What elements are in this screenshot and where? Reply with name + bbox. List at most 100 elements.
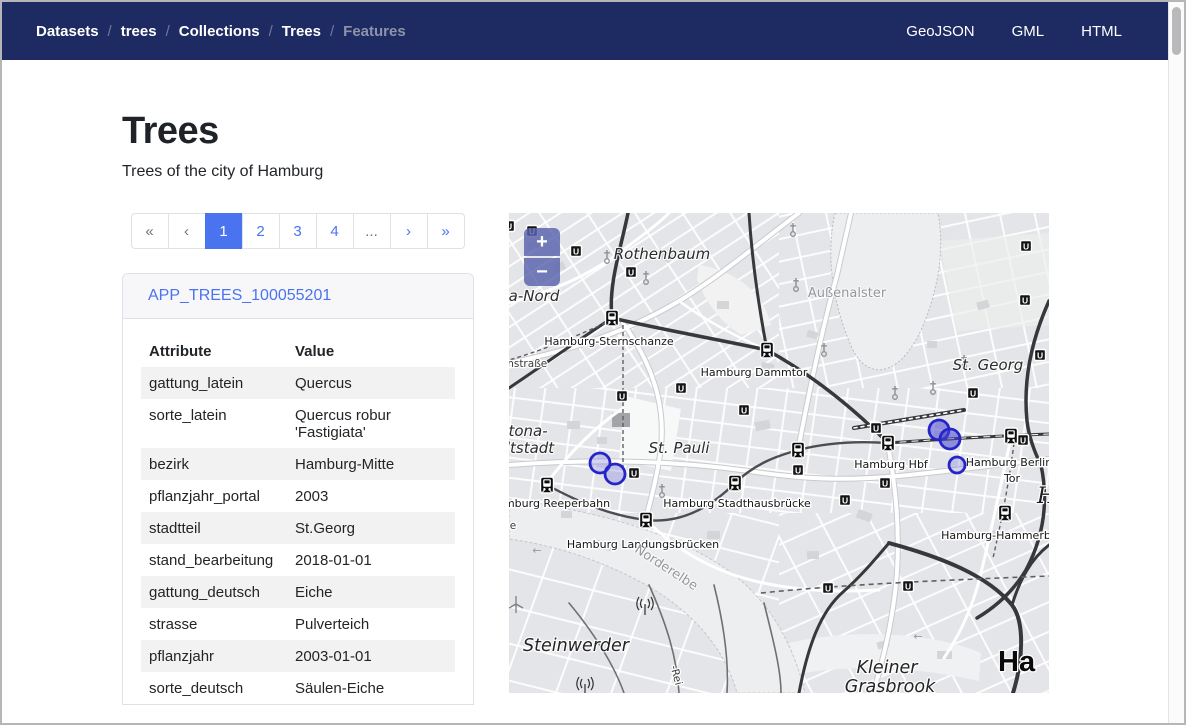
attribute-row: sorte_lateinQuercus robur 'Fastigiata' bbox=[141, 399, 455, 448]
oneway-arrow-icon: ← bbox=[532, 544, 541, 557]
attribute-value: Hamburg-Mitte bbox=[287, 448, 455, 480]
breadcrumb: Datasets/trees/Collections/Trees/Feature… bbox=[36, 23, 406, 40]
map-label: Hamburg Berlin bbox=[966, 456, 1049, 469]
map-label: H bbox=[1036, 484, 1049, 509]
format-link-geojson[interactable]: GeoJSON bbox=[906, 23, 974, 40]
page-next[interactable]: › bbox=[390, 213, 428, 249]
map-label: Tor bbox=[1003, 472, 1021, 485]
train-station-icon bbox=[1005, 428, 1018, 444]
map-label: Hamburg Dammtor bbox=[701, 366, 808, 379]
ubahn-station-icon: U bbox=[571, 246, 582, 257]
svg-text:U: U bbox=[970, 388, 976, 398]
train-station-icon bbox=[606, 310, 619, 326]
zoom-in-button[interactable]: + bbox=[524, 228, 560, 256]
ubahn-station-icon: U bbox=[1035, 350, 1046, 361]
attribute-name: gattung_deutsch bbox=[141, 576, 287, 608]
attribute-name: gattung_latein bbox=[141, 367, 287, 399]
map-label: St. Georg bbox=[953, 356, 1024, 374]
page-page-2[interactable]: 2 bbox=[242, 213, 280, 249]
attribute-row: gattung_lateinQuercus bbox=[141, 367, 455, 399]
feature-id-link[interactable]: APP_TREES_100055201 bbox=[148, 287, 331, 304]
ubahn-station-icon: U bbox=[840, 495, 851, 506]
format-link-html[interactable]: HTML bbox=[1081, 23, 1122, 40]
svg-text:U: U bbox=[741, 405, 747, 415]
breadcrumb-separator: / bbox=[166, 23, 170, 40]
map-label: Hamburg-Sternschanze bbox=[544, 335, 674, 348]
browser-viewport: Datasets/trees/Collections/Trees/Feature… bbox=[0, 0, 1186, 725]
attribute-table: Attribute Value gattung_lateinQuercussor… bbox=[141, 335, 455, 704]
ubahn-station-icon: U bbox=[823, 583, 834, 594]
map-label: ltstadt bbox=[509, 439, 555, 457]
attribute-name: stand_bearbeitung bbox=[141, 544, 287, 576]
ubahn-station-icon: U bbox=[871, 423, 882, 434]
attribute-row: sorte_deutschSäulen-Eiche bbox=[141, 672, 455, 704]
ubahn-station-icon: U bbox=[793, 465, 804, 476]
ubahn-station-icon: U bbox=[903, 581, 914, 592]
ubahn-station-icon: U bbox=[1021, 241, 1032, 252]
attribute-name: sorte_latein bbox=[141, 399, 287, 448]
ubahn-station-icon: U bbox=[880, 478, 891, 489]
train-station-icon bbox=[640, 512, 653, 528]
ubahn-station-icon: U bbox=[617, 391, 628, 402]
svg-text:U: U bbox=[842, 495, 848, 505]
ubahn-station-icon: U bbox=[968, 388, 979, 399]
ubahn-station-icon: U bbox=[629, 468, 640, 479]
attribute-name: sorte_deutsch bbox=[141, 672, 287, 704]
page-ellipsis: ... bbox=[353, 213, 391, 249]
map-label: Hamburg Stadthausbrücke bbox=[663, 497, 811, 510]
svg-text:U: U bbox=[573, 246, 579, 256]
svg-text:U: U bbox=[882, 478, 888, 488]
page-page-3[interactable]: 3 bbox=[279, 213, 317, 249]
train-station-icon bbox=[999, 505, 1012, 521]
breadcrumb-item-trees[interactable]: Trees bbox=[282, 23, 321, 40]
feature-marker[interactable] bbox=[949, 457, 965, 473]
ubahn-station-icon: U bbox=[509, 221, 515, 232]
attribute-value: Eiche bbox=[287, 576, 455, 608]
pagination: «‹1234...›» bbox=[122, 213, 474, 249]
train-station-icon bbox=[792, 442, 805, 458]
map-zoom-control: + − bbox=[524, 228, 560, 286]
svg-text:U: U bbox=[678, 383, 684, 393]
attribute-row: stadtteilSt.Georg bbox=[141, 512, 455, 544]
svg-text:U: U bbox=[509, 221, 512, 231]
attribute-row: pflanzjahr_portal2003 bbox=[141, 480, 455, 512]
feature-marker[interactable] bbox=[940, 429, 960, 449]
attribute-row: pflanzjahr2003-01-01 bbox=[141, 640, 455, 672]
breadcrumb-item-collections[interactable]: Collections bbox=[179, 23, 260, 40]
format-link-gml[interactable]: GML bbox=[1012, 23, 1045, 40]
map-container[interactable]: ←← RothenbaumAußenalstera-NordHamburg-St… bbox=[509, 213, 1049, 693]
feature-list-column: «‹1234...›» APP_TREES_100055201 Attribut… bbox=[122, 213, 474, 705]
breadcrumb-item-trees[interactable]: trees bbox=[121, 23, 157, 40]
attribute-value: Säulen-Eiche bbox=[287, 672, 455, 704]
page-page-4[interactable]: 4 bbox=[316, 213, 354, 249]
svg-text:U: U bbox=[1020, 435, 1026, 445]
svg-text:U: U bbox=[628, 267, 634, 277]
attribute-value: Quercus robur 'Fastigiata' bbox=[287, 399, 455, 448]
attribute-name: bezirk bbox=[141, 448, 287, 480]
navbar: Datasets/trees/Collections/Trees/Feature… bbox=[2, 2, 1168, 60]
zoom-out-button[interactable]: − bbox=[524, 258, 560, 286]
svg-text:U: U bbox=[619, 391, 625, 401]
breadcrumb-item-datasets[interactable]: Datasets bbox=[36, 23, 99, 40]
attribute-name: strasse bbox=[141, 608, 287, 640]
page-subtitle: Trees of the city of Hamburg bbox=[122, 163, 1184, 181]
map-label: Hamburg-Hammerb bbox=[941, 529, 1049, 542]
page-last[interactable]: » bbox=[427, 213, 465, 249]
oneway-arrow-icon: ← bbox=[913, 630, 922, 643]
attribute-row: gattung_deutschEiche bbox=[141, 576, 455, 608]
svg-text:U: U bbox=[795, 465, 801, 475]
train-station-icon bbox=[541, 477, 554, 493]
map-label: ltona- bbox=[509, 422, 548, 440]
page-page-1[interactable]: 1 bbox=[205, 213, 243, 249]
map-label: Außenalster bbox=[808, 286, 887, 301]
svg-text:U: U bbox=[631, 468, 637, 478]
map-label: Steinwerder bbox=[523, 636, 631, 656]
page-scrollbar-track[interactable] bbox=[1168, 2, 1184, 723]
page-scrollbar-thumb[interactable] bbox=[1172, 7, 1181, 55]
map-canvas[interactable]: ←← RothenbaumAußenalstera-NordHamburg-St… bbox=[509, 213, 1049, 693]
map-label: e bbox=[510, 520, 516, 532]
attribute-value: 2003-01-01 bbox=[287, 640, 455, 672]
svg-text:U: U bbox=[1023, 241, 1029, 251]
feature-marker[interactable] bbox=[605, 464, 625, 484]
feature-card: APP_TREES_100055201 Attribute Value gatt… bbox=[122, 273, 474, 705]
